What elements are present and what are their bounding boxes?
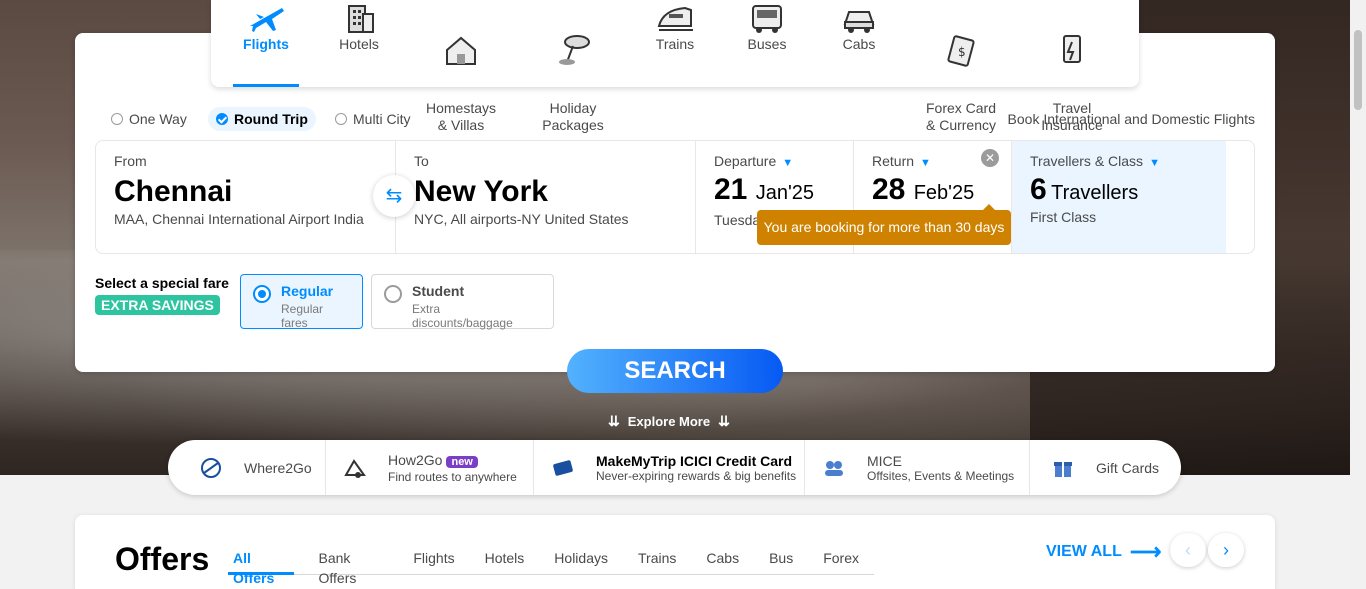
trip-type-round-trip[interactable]: Round Trip	[208, 107, 316, 131]
scrollbar[interactable]	[1350, 0, 1366, 589]
insurance-icon	[1063, 35, 1081, 63]
radio-one-way[interactable]	[111, 113, 123, 125]
chevron-left-icon: ‹	[1185, 540, 1191, 560]
carousel-prev-button[interactable]: ‹	[1170, 533, 1206, 567]
how2go-icon	[344, 458, 366, 478]
nav-item-travel-insurance[interactable]: Travel Insurance	[1037, 0, 1107, 133]
holiday-icon	[559, 35, 590, 65]
quick-links-bar: Where2Go How2Go new Find routes to anywhe…	[168, 440, 1181, 495]
carousel-next-button[interactable]: ›	[1208, 533, 1244, 567]
nav-item-homestays[interactable]: Homestays & Villas	[421, 0, 501, 133]
gift-icon	[1054, 461, 1072, 477]
tab-forex[interactable]: Forex	[808, 548, 874, 575]
radio-round-trip-checked[interactable]	[216, 113, 228, 125]
view-all-link[interactable]: VIEW ALL ⟶	[1046, 539, 1161, 565]
tab-trains[interactable]: Trains	[623, 548, 691, 575]
radio-student[interactable]	[384, 285, 402, 303]
trip-type-one-way[interactable]: One Way	[111, 107, 187, 131]
quick-link-credit-card[interactable]: MakeMyTrip ICICI Credit Card Never-expir…	[534, 440, 805, 495]
credit-card-icon	[553, 459, 573, 476]
tab-holidays[interactable]: Holidays	[539, 548, 623, 575]
special-fare-title: Select a special fare	[95, 275, 229, 291]
nav-item-forex[interactable]: $ Forex Card & Currency	[921, 0, 1001, 133]
radio-regular-selected[interactable]	[253, 285, 271, 303]
forex-icon: $	[947, 35, 975, 67]
quick-link-gift-cards[interactable]: Gift Cards	[1030, 440, 1181, 495]
product-nav: Flights Hotels Homestays & Villas Holida…	[211, 0, 1139, 133]
homestay-icon	[446, 36, 476, 65]
to-city: New York	[414, 175, 548, 208]
swap-cities-button[interactable]: ⇆	[373, 175, 415, 217]
double-chevron-down-icon: ⇊	[718, 413, 730, 429]
nav-item-trains[interactable]: Trains	[645, 0, 705, 87]
return-date-tooltip: You are booking for more than 30 days	[757, 204, 1011, 245]
active-tab-underline	[233, 84, 299, 87]
double-chevron-down-icon: ⇊	[608, 413, 620, 429]
train-icon	[657, 6, 693, 31]
tab-all-offers[interactable]: All Offers	[228, 548, 294, 586]
new-badge: new	[446, 455, 478, 468]
scrollbar-thumb[interactable]	[1354, 30, 1362, 110]
chevron-down-icon: ▼	[782, 157, 794, 169]
where2go-icon	[201, 457, 221, 478]
offers-title: Offers	[115, 541, 210, 577]
fare-regular[interactable]: Regular Regular fares	[240, 274, 363, 330]
arrow-right-icon: ⟶	[1129, 539, 1162, 564]
quick-link-how2go[interactable]: How2Go new Find routes to anywhere	[326, 440, 534, 495]
offers-section: Offers All Offers Bank Offers Flights Ho…	[75, 515, 1275, 589]
nav-item-hotels[interactable]: Hotels	[329, 0, 389, 87]
plane-icon	[250, 8, 284, 32]
chevron-right-icon: ›	[1223, 540, 1229, 560]
search-button[interactable]: SEARCH	[567, 349, 783, 393]
bus-icon	[752, 5, 782, 33]
nav-item-buses[interactable]: Buses	[737, 0, 797, 87]
nav-item-holiday-packages[interactable]: Holiday Packages	[533, 0, 613, 133]
extra-savings-badge: EXTRA SAVINGS	[95, 295, 220, 315]
quick-link-mice[interactable]: MICE Offsites, Events & Meetings	[805, 440, 1030, 495]
from-airport: MAA, Chennai International Airport India	[114, 211, 364, 227]
from-city: Chennai	[114, 175, 233, 208]
tab-flights[interactable]: Flights	[398, 548, 469, 575]
tab-bank-offers[interactable]: Bank Offers	[304, 548, 399, 586]
tab-bus[interactable]: Bus	[754, 548, 808, 575]
chevron-down-icon: ▼	[1149, 157, 1160, 169]
mice-icon	[825, 460, 843, 476]
tab-hotels[interactable]: Hotels	[470, 548, 540, 575]
hotel-icon	[348, 5, 374, 33]
radio-multi-city[interactable]	[335, 113, 347, 125]
nav-item-flights[interactable]: Flights	[233, 0, 299, 87]
trip-type-multi-city[interactable]: Multi City	[335, 107, 411, 131]
offers-tabs: All Offers Bank Offers Flights Hotels Ho…	[228, 548, 874, 586]
to-airport: NYC, All airports-NY United States	[414, 211, 629, 227]
svg-text:$: $	[958, 45, 966, 59]
tab-cabs[interactable]: Cabs	[691, 548, 754, 575]
quick-link-where2go[interactable]: Where2Go	[168, 440, 326, 495]
nav-item-cabs[interactable]: Cabs	[829, 0, 889, 87]
explore-more[interactable]: ⇊ Explore More ⇊	[608, 413, 730, 430]
from-field[interactable]: From Chennai MAA, Chennai International …	[96, 141, 396, 253]
swap-icon: ⇆	[385, 185, 403, 207]
cab-icon	[843, 11, 875, 33]
fare-student[interactable]: Student Extra discounts/baggage	[371, 274, 554, 330]
